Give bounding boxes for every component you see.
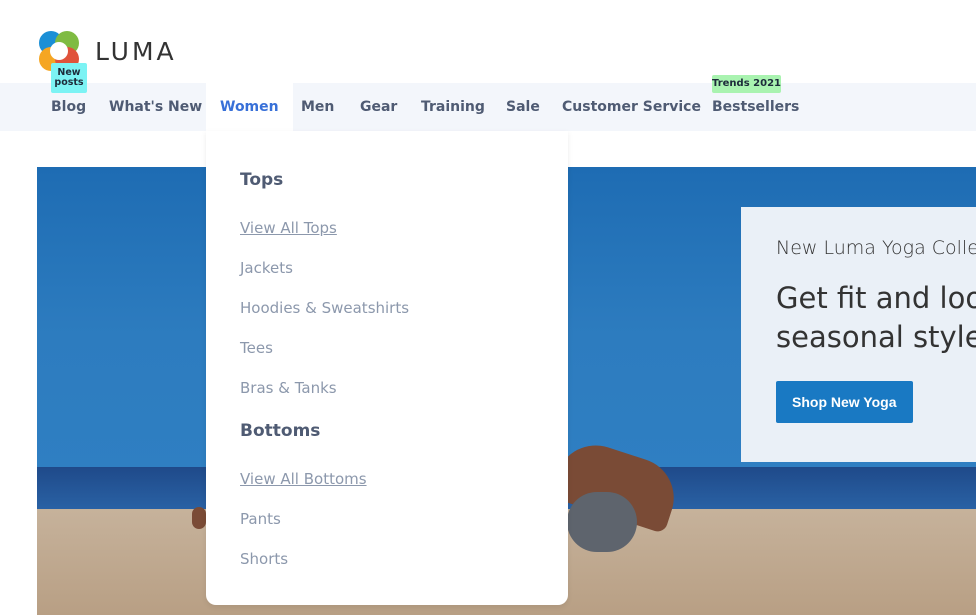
promo-title-line-1: Get fit and look fab in new [776,281,976,315]
dropdown-link-hoodies-sweatshirts[interactable]: Hoodies & Sweatshirts [240,299,409,317]
dropdown-heading-bottoms[interactable]: Bottoms [240,421,320,441]
trends-badge: Trends 2021 [712,75,781,93]
nav-item-women[interactable]: Women [206,83,293,131]
nav-item-whats-new[interactable]: What's New [109,83,202,131]
dropdown-link-bras-tanks[interactable]: Bras & Tanks [240,379,337,397]
dropdown-link-pants[interactable]: Pants [240,510,281,528]
promo-panel: New Luma Yoga Collection Get fit and loo… [741,207,976,462]
shop-new-yoga-button[interactable]: Shop New Yoga [776,381,913,423]
dropdown-link-tees[interactable]: Tees [240,339,273,357]
hero-model-hand [192,507,206,529]
nav-item-sale[interactable]: Sale [506,83,540,131]
dropdown-heading-tops[interactable]: Tops [240,170,283,190]
nav-item-customer-service[interactable]: Customer Service [562,83,701,131]
hero-model-leg [567,492,637,552]
promo-kicker: New Luma Yoga Collection [776,237,976,259]
women-dropdown-menu: Tops View All Tops Jackets Hoodies & Swe… [206,131,568,605]
nav-item-training[interactable]: Training [421,83,485,131]
nav-item-gear[interactable]: Gear [360,83,397,131]
dropdown-link-shorts[interactable]: Shorts [240,550,288,568]
main-navigation: Blog What's New Women Men Gear Training … [0,83,976,131]
new-posts-badge: New posts [51,63,87,93]
promo-title-line-2: seasonal styles [776,320,976,354]
dropdown-link-view-all-tops[interactable]: View All Tops [240,219,337,237]
brand-name: LUMA [95,36,177,66]
nav-item-men[interactable]: Men [301,83,334,131]
dropdown-link-jackets[interactable]: Jackets [240,259,293,277]
promo-title: Get fit and look fab in new seasonal sty… [776,279,976,357]
dropdown-link-view-all-bottoms[interactable]: View All Bottoms [240,470,367,488]
